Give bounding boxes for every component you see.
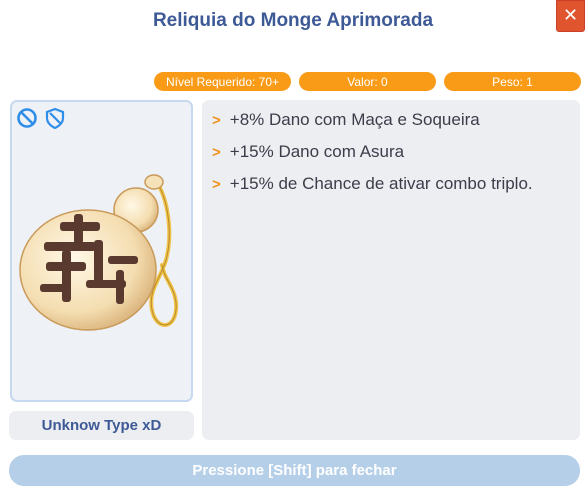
close-icon: ✕ xyxy=(562,5,579,26)
description-line: > +8% Dano com Maça e Soqueira xyxy=(212,110,480,130)
description-text: +15% de Chance de ativar combo triplo. xyxy=(229,174,533,193)
shield-icon xyxy=(45,107,65,129)
item-description-panel: > +8% Dano com Maça e Soqueira > +15% Da… xyxy=(202,100,580,440)
description-line: > +15% Dano com Asura xyxy=(212,142,404,162)
no-trade-icon xyxy=(17,108,37,128)
monk-relic-gourd-icon xyxy=(19,174,179,331)
required-level-badge: Nível Requerido: 70+ xyxy=(154,72,291,91)
item-image-panel xyxy=(10,100,193,402)
bullet-icon: > xyxy=(212,111,221,129)
item-title: Reliquia do Monge Aprimorada xyxy=(152,10,434,31)
bullet-icon: > xyxy=(212,143,221,161)
description-text: +8% Dano com Maça e Soqueira xyxy=(229,110,480,129)
description-line: > +15% de Chance de ativar combo triplo. xyxy=(212,174,533,194)
weight-badge: Peso: 1 xyxy=(444,72,581,91)
bullet-icon: > xyxy=(212,175,221,193)
item-type-label: Unknow Type xD xyxy=(9,411,194,440)
value-badge: Valor: 0 xyxy=(299,72,436,91)
close-hint-button[interactable]: Pressione [Shift] para fechar xyxy=(9,455,580,486)
description-text: +15% Dano com Asura xyxy=(229,142,405,161)
close-button[interactable]: ✕ xyxy=(556,0,585,32)
